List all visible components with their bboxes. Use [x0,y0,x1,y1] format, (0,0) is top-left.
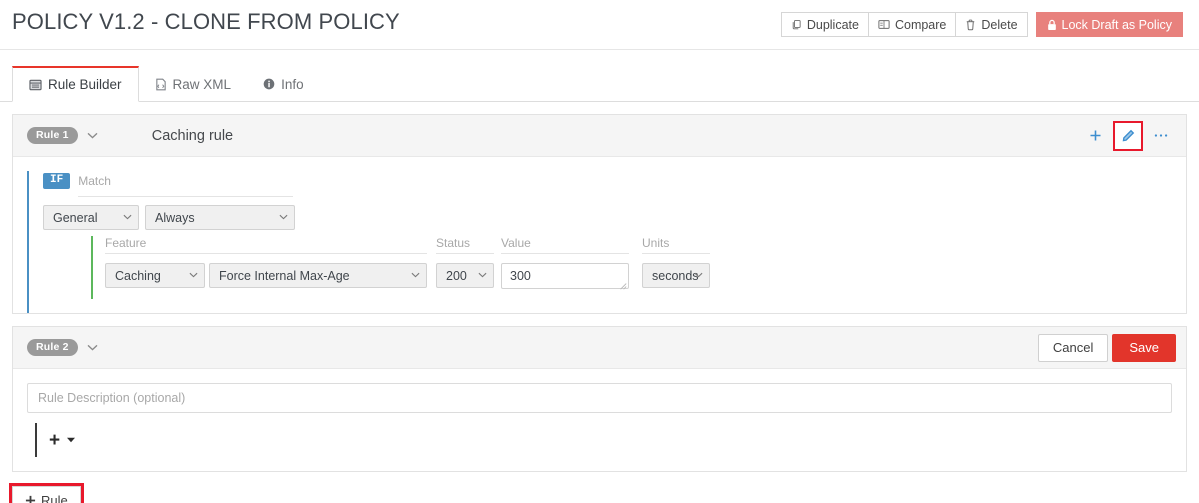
tab-bar: Rule Builder Raw XML Info [0,66,1199,102]
condition-operator-select[interactable]: Always [145,205,295,230]
tab-rule-builder[interactable]: Rule Builder [12,66,139,102]
condition-category-select[interactable]: General [43,205,139,230]
tab-rule-builder-label: Rule Builder [48,77,122,92]
compare-label: Compare [894,17,947,32]
lock-draft-label: Lock Draft as Policy [1061,17,1172,32]
setting-select[interactable]: Force Internal Max-Age [209,263,427,288]
add-rule-highlight: Rule [9,483,84,503]
cancel-button[interactable]: Cancel [1037,333,1109,362]
rule-description-input[interactable]: Rule Description (optional) [27,383,1172,413]
rule-2-badge: Rule 2 [27,339,78,356]
duplicate-label: Duplicate [806,17,859,32]
setting-value: Force Internal Max-Age [219,268,350,283]
rule-2-header: Rule 2 Cancel Save [13,327,1186,369]
value-input[interactable]: 300 [501,263,629,290]
value-text: 300 [510,269,531,283]
units-label: Units [642,236,711,254]
header-button-group: Duplicate Compare Delete [780,12,1028,37]
panel-icon [29,79,42,91]
caret-down-icon[interactable] [67,436,76,445]
status-label: Status [436,236,495,254]
feature-select[interactable]: Caching [105,263,205,288]
rule-1-title: Caching rule [151,127,234,144]
duplicate-button[interactable]: Duplicate [780,12,868,37]
add-rule-button[interactable]: Rule [12,486,81,503]
chevron-down-icon [411,271,420,281]
chevron-down-icon [279,213,288,223]
rule-card-1: Rule 1 Caching rule IF Match General Alw… [12,114,1187,314]
add-condition-area: + [35,423,1186,457]
value-label: Value [501,236,629,254]
chevron-down-icon [123,213,132,223]
ellipsis-icon[interactable] [1148,123,1174,149]
rule-1-collapse-toggle[interactable] [87,132,98,139]
chevron-down-icon [189,271,198,281]
rule-1-header: Rule 1 Caching rule [13,115,1186,157]
condition-operator-value: Always [155,210,195,225]
feature-value: Caching [115,268,161,283]
chevron-down-icon [694,271,703,281]
action-block: Feature Status Value Units Caching Force… [91,236,1186,299]
tab-info-label: Info [281,76,304,92]
compare-icon [878,19,890,30]
pencil-icon[interactable] [1113,120,1143,151]
rule-1-badge: Rule 1 [27,127,78,144]
rule-description-placeholder: Rule Description (optional) [38,391,186,405]
status-select[interactable]: 200 [436,263,494,288]
units-select[interactable]: seconds [642,263,710,288]
resize-grip-icon [619,279,627,290]
delete-button[interactable]: Delete [955,12,1028,37]
page-header: POLICY V1.2 - CLONE FROM POLICY Duplicat… [0,0,1199,50]
feature-label: Feature [105,236,430,254]
document-icon [155,78,167,91]
add-rule-label: Rule [41,492,68,503]
rule-2-collapse-toggle[interactable] [87,344,98,351]
lock-icon [1047,19,1057,31]
units-value: seconds [652,268,699,283]
tab-raw-xml[interactable]: Raw XML [139,66,248,102]
condition-block: IF Match General Always Feature Status V… [27,171,1186,313]
condition-selects: General Always [43,205,1186,230]
tab-info[interactable]: Info [247,66,320,102]
condition-category-value: General [53,210,98,225]
action-field-labels: Feature Status Value Units [105,236,1186,256]
copy-icon [791,19,802,30]
plus-icon[interactable]: + [49,431,60,450]
match-label-row: IF Match [43,171,1186,191]
tab-raw-xml-label: Raw XML [172,76,232,92]
info-icon [263,78,275,90]
chevron-down-icon [478,271,487,281]
rule-card-2: Rule 2 Cancel Save Rule Description (opt… [12,326,1187,472]
save-button[interactable]: Save [1112,333,1176,362]
delete-label: Delete [981,17,1018,32]
rule-2-body: Rule Description (optional) + [13,383,1186,457]
match-underline [78,196,293,197]
rule-2-edit-actions: Cancel Save [1037,333,1176,362]
if-badge: IF [43,173,71,189]
lock-draft-as-policy-button[interactable]: Lock Draft as Policy [1035,12,1183,37]
match-label: Match [78,174,111,188]
rule-1-actions [1082,115,1174,156]
compare-button[interactable]: Compare [867,12,956,37]
action-field-row: Caching Force Internal Max-Age 200 300 s… [105,263,1186,290]
page-title: POLICY V1.2 - CLONE FROM POLICY [12,9,400,34]
trash-icon [965,19,976,31]
status-value: 200 [446,268,467,283]
plus-icon [25,495,36,503]
rule-1-body: IF Match General Always Feature Status V… [13,171,1186,313]
header-actions: Duplicate Compare Delete Lock Draft as P… [780,12,1183,37]
add-icon[interactable] [1082,123,1108,149]
